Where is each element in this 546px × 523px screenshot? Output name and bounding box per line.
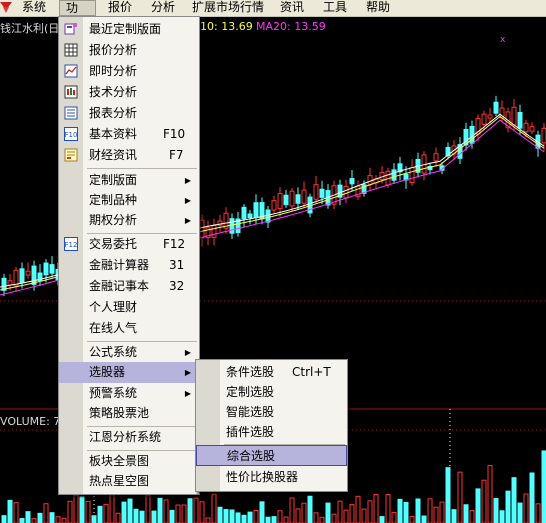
menu-separator: [87, 168, 197, 169]
menu-item-personal-finance[interactable]: 个人理财: [59, 297, 199, 318]
menu-item-custom-varieties[interactable]: 定制品种 ▶: [59, 190, 199, 211]
menu-item-calculator[interactable]: 金融计算器 31: [59, 255, 199, 276]
submenu-arrow-icon: ▶: [184, 368, 191, 377]
menu-item-technical-analysis[interactable]: 技术分析: [59, 82, 199, 103]
menu-item-online-popularity[interactable]: 在线人气: [59, 318, 199, 339]
submenu-item-plugin-pick[interactable]: 插件选股: [196, 422, 347, 443]
svg-text:F10: F10: [65, 131, 78, 139]
candlestick-icon: [64, 85, 78, 99]
submenu-item-condition-pick[interactable]: 条件选股 Ctrl+T: [196, 362, 347, 383]
submenu-arrow-icon: ▶: [184, 176, 191, 185]
menu-item-formula-system[interactable]: 公式系统 ▶: [59, 342, 199, 363]
menu-quote[interactable]: 报价: [102, 0, 138, 16]
realtime-chart-icon: [64, 64, 78, 78]
menu-function[interactable]: 功能: [59, 0, 96, 30]
menu-item-sector-panorama[interactable]: 板块全景图: [59, 451, 199, 472]
report-icon: [64, 106, 78, 120]
f12-icon: F12: [64, 237, 78, 251]
recent-layout-icon: [64, 23, 77, 35]
ma20-readout: MA20: 13.59: [256, 20, 326, 33]
menu-news[interactable]: 资讯: [274, 0, 310, 16]
menu-extended-market[interactable]: 扩展市场行情: [186, 0, 270, 16]
menu-item-custom-layout[interactable]: 定制版面 ▶: [59, 170, 199, 191]
ma10-readout: 10: 13.69: [200, 20, 253, 33]
submenu-arrow-icon: ▶: [184, 196, 191, 205]
menu-item-strategy-pool[interactable]: 策略股票池: [59, 403, 199, 424]
menu-item-stock-picker[interactable]: 选股器 ▶: [59, 362, 199, 383]
submenu-item-comprehensive-pick[interactable]: 综合选股: [196, 445, 347, 466]
menu-item-realtime-analysis[interactable]: 即时分析: [59, 61, 199, 82]
news-icon: [64, 148, 78, 162]
menu-system[interactable]: 系统: [16, 0, 52, 16]
chart-title: 钱江水利(日: [0, 22, 60, 35]
menu-item-options-analysis[interactable]: 期权分析 ▶: [59, 210, 199, 231]
menu-item-basic-info[interactable]: F10 基本资料 F10: [59, 124, 199, 145]
menu-help[interactable]: 帮助: [360, 0, 396, 16]
submenu-item-smart-pick[interactable]: 智能选股: [196, 402, 347, 423]
menu-item-recent-layout[interactable]: 最近定制版面: [59, 19, 199, 40]
menu-item-gann-analysis[interactable]: 江恩分析系统: [59, 427, 199, 448]
f10-icon: F10: [64, 127, 78, 141]
submenu-arrow-icon: ▶: [184, 389, 191, 398]
menu-item-report-analysis[interactable]: 报表分析: [59, 103, 199, 124]
submenu-arrow-icon: ▶: [184, 348, 191, 357]
submenu-item-custom-pick[interactable]: 定制选股: [196, 382, 347, 403]
menubar: 系统 功能 报价 分析 扩展市场行情 资讯 工具 帮助: [0, 0, 546, 30]
svg-text:F12: F12: [65, 241, 78, 249]
volume-label: VOLUME: 7: [0, 415, 61, 428]
menu-item-notebook[interactable]: 金融记事本 32: [59, 276, 199, 297]
menu-tools[interactable]: 工具: [317, 0, 353, 16]
function-menu: 最近定制版面 报价分析 即时分析 技术分析 报表分析 F10 基本资料 F10: [58, 16, 200, 495]
marker-cross: x: [500, 35, 506, 45]
menu-item-hotspot-map[interactable]: 热点星空图: [59, 471, 199, 492]
quote-grid-icon: [64, 43, 78, 57]
submenu-item-value-switcher[interactable]: 性价比换股器: [196, 467, 347, 488]
menu-item-alert-system[interactable]: 预警系统 ▶: [59, 383, 199, 404]
submenu-arrow-icon: ▶: [184, 216, 191, 225]
app-logo-icon: [0, 2, 12, 13]
menu-item-financial-news[interactable]: 财经资讯 F7: [59, 145, 199, 166]
menu-item-quote-analysis[interactable]: 报价分析: [59, 40, 199, 61]
menu-item-trade-order[interactable]: F12 交易委托 F12: [59, 234, 199, 255]
stock-picker-submenu: 条件选股 Ctrl+T 定制选股 智能选股 插件选股 综合选股 性价比换股器: [195, 359, 348, 492]
menu-analysis[interactable]: 分析: [145, 0, 181, 16]
